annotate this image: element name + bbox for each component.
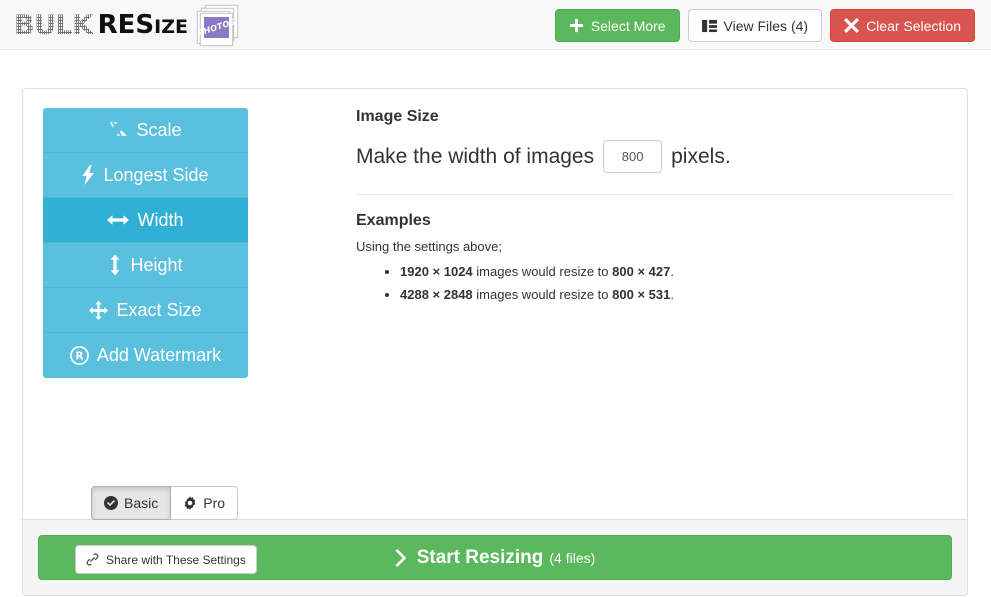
sidebar-item-scale[interactable]: Scale xyxy=(43,108,248,153)
examples-subtitle: Using the settings above; xyxy=(356,239,502,254)
start-resizing-label: Start Resizing xyxy=(416,547,544,568)
example-result: 800 × 427 xyxy=(612,264,671,279)
mode-toggle-group: Basic Pro xyxy=(91,486,239,520)
mode-pro-label: Pro xyxy=(203,495,226,511)
image-size-title: Image Size xyxy=(356,108,439,125)
section-divider xyxy=(356,194,953,195)
arrows-vertical-icon xyxy=(108,254,122,276)
clear-selection-label: Clear Selection xyxy=(866,17,961,34)
share-settings-label: Share with These Settings xyxy=(106,552,246,567)
example-mid: images would resize to xyxy=(476,286,609,302)
sidebar-item-exact-size[interactable]: Exact Size xyxy=(43,288,248,333)
width-input[interactable] xyxy=(603,140,663,173)
app-logo: BULK RES IZE PHOTOS xyxy=(14,4,240,46)
examples-list: 1920 × 1024 images would resize to 800 ×… xyxy=(356,262,947,304)
photos-badge-label: PHOTOS xyxy=(196,17,237,38)
list-item: 4288 × 2848 images would resize to 800 ×… xyxy=(400,285,947,305)
sidebar-item-label: Width xyxy=(137,209,184,230)
sidebar-item-label: Add Watermark xyxy=(96,345,222,365)
sidebar-item-longest-side[interactable]: Longest Side xyxy=(43,153,248,198)
columns-icon xyxy=(701,19,717,33)
clear-selection-button[interactable]: Clear Selection xyxy=(830,9,975,42)
example-source: 4288 × 2848 xyxy=(400,286,473,302)
sidebar-item-label: Height xyxy=(130,254,183,275)
mode-basic-label: Basic xyxy=(124,495,159,511)
registered-icon: R xyxy=(69,346,89,365)
compress-arrows-icon xyxy=(109,121,128,140)
view-files-button[interactable]: View Files (4) xyxy=(687,9,823,42)
select-more-button[interactable]: Select More xyxy=(554,9,680,42)
sidebar-item-width[interactable]: Width xyxy=(43,198,248,243)
example-mid: images would resize to xyxy=(476,264,609,279)
sidebar-item-label: Scale xyxy=(136,119,182,140)
example-source: 1920 × 1024 xyxy=(400,264,473,279)
panel-body: Scale Longest Side Width Height Exact Si… xyxy=(23,89,967,574)
main-panel: Scale Longest Side Width Height Exact Si… xyxy=(22,88,968,596)
app-header: BULK RES IZE PHOTOS Select More View Fil… xyxy=(0,0,991,50)
share-settings-button[interactable]: Share with These Settings xyxy=(75,545,257,574)
resize-mode-tabs: Scale Longest Side Width Height Exact Si… xyxy=(43,108,248,378)
sidebar-item-add-watermark[interactable]: R Add Watermark xyxy=(43,333,248,378)
sidebar-item-label: Exact Size xyxy=(116,299,202,320)
example-end: . xyxy=(670,286,674,302)
photos-stack-icon: PHOTOS xyxy=(194,4,240,46)
settings-content: Image Size Make the width of images pixe… xyxy=(356,108,953,307)
plus-icon xyxy=(569,18,584,33)
arrows-horizontal-icon xyxy=(107,212,130,228)
check-circle-icon xyxy=(104,496,118,510)
logo-text-resize-small: IZE xyxy=(154,16,188,38)
logo-text-resize-main: RES xyxy=(97,10,155,40)
photo-frame-purple: PHOTOS xyxy=(196,13,237,46)
bolt-icon xyxy=(82,165,95,185)
start-resizing-count: (4 files) xyxy=(549,549,596,566)
header-actions: Select More View Files (4) Clear Selecti… xyxy=(554,9,975,42)
size-prefix-label: Make the width of images xyxy=(356,144,595,168)
select-more-label: Select More xyxy=(590,17,666,34)
link-icon xyxy=(86,553,99,566)
size-suffix-label: pixels. xyxy=(671,144,731,168)
example-result: 800 × 531 xyxy=(612,286,671,302)
mode-basic-button[interactable]: Basic xyxy=(91,486,172,520)
arrows-move-icon xyxy=(89,300,109,320)
examples-title: Examples xyxy=(356,212,431,229)
chevron-right-icon xyxy=(395,548,408,567)
gear-icon xyxy=(183,496,197,510)
logo-text-resize: RES IZE xyxy=(98,12,188,38)
mode-pro-button[interactable]: Pro xyxy=(171,486,239,520)
sidebar-item-label: Longest Side xyxy=(103,164,209,185)
image-size-row: Make the width of images pixels. xyxy=(356,140,947,173)
svg-text:R: R xyxy=(75,351,83,363)
sidebar-item-height[interactable]: Height xyxy=(43,243,248,288)
logo-text-bulk: BULK xyxy=(14,9,93,41)
list-item: 1920 × 1024 images would resize to 800 ×… xyxy=(400,262,947,282)
times-icon xyxy=(844,18,860,33)
view-files-label: View Files (4) xyxy=(723,17,809,34)
example-end: . xyxy=(670,264,674,279)
